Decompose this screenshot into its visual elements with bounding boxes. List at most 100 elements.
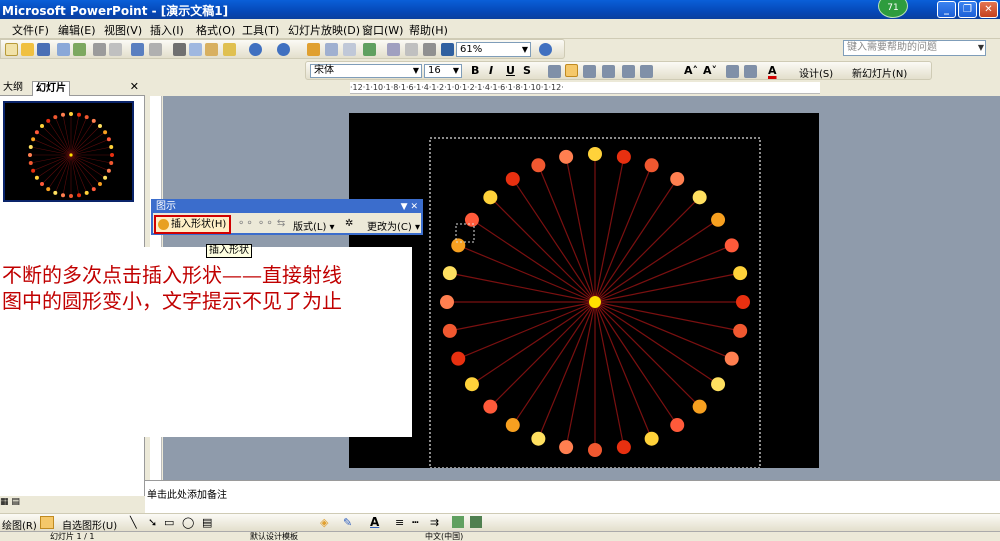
tables-borders-icon[interactable] <box>343 43 356 56</box>
font-color-icon[interactable]: A <box>370 515 379 529</box>
email-icon[interactable] <box>73 43 86 56</box>
permission-icon[interactable] <box>57 43 70 56</box>
shadow-style-icon[interactable] <box>452 516 464 528</box>
outer-circle-shape[interactable] <box>106 137 111 142</box>
distributed-icon[interactable] <box>602 65 615 78</box>
help-search-input[interactable]: 键入需要帮助的问题 ▼ <box>843 40 986 56</box>
decrease-indent-icon[interactable] <box>726 65 739 78</box>
fill-color-icon[interactable]: ◈ <box>320 516 328 529</box>
menu-window[interactable]: 窗口(W) <box>362 22 403 38</box>
outer-circle-shape[interactable] <box>46 118 51 123</box>
outer-circle-shape[interactable] <box>69 194 73 198</box>
menu-slideshow[interactable]: 幻灯片放映(D) <box>288 22 360 38</box>
outer-circle-shape[interactable] <box>616 440 631 455</box>
outer-circle-shape[interactable] <box>670 171 685 186</box>
close-button[interactable]: ✕ <box>979 1 998 18</box>
radial-diagram[interactable] <box>349 113 819 468</box>
copy-icon[interactable] <box>189 43 202 56</box>
outer-circle-shape[interactable] <box>692 190 707 205</box>
outer-circle-shape[interactable] <box>531 431 546 446</box>
help-icon[interactable] <box>539 43 552 56</box>
outer-circle-shape[interactable] <box>616 149 631 164</box>
dropdown-arrow-icon[interactable]: ▼ <box>978 41 984 55</box>
restore-button[interactable]: ❐ <box>958 1 977 18</box>
outer-circle-shape[interactable] <box>724 351 739 366</box>
font-size-select[interactable]: 16 ▼ <box>424 64 462 78</box>
outer-circle-shape[interactable] <box>483 399 498 414</box>
outer-circle-shape[interactable] <box>670 418 685 433</box>
outer-circle-shape[interactable] <box>61 112 66 117</box>
align-center-icon[interactable] <box>565 64 578 77</box>
outer-circle-shape[interactable] <box>84 190 89 195</box>
menu-file[interactable]: 文件(F) <box>12 22 49 38</box>
outer-circle-shape[interactable] <box>91 187 96 192</box>
format-painter-icon[interactable] <box>223 43 236 56</box>
outer-circle-shape[interactable] <box>644 431 659 446</box>
outer-circle-shape[interactable] <box>40 181 45 186</box>
minimize-button[interactable]: _ <box>937 1 956 18</box>
autoformat-icon[interactable]: ✲ <box>345 218 353 229</box>
color-grayscale-icon[interactable] <box>441 43 454 56</box>
outer-circle-shape[interactable] <box>40 124 45 129</box>
decrease-font-button[interactable]: A˅ <box>703 64 717 78</box>
toolbar-close-icon[interactable]: ▼ ✕ <box>401 201 418 213</box>
outer-circle-shape[interactable] <box>106 168 111 173</box>
draw-menu[interactable]: 绘图(R) <box>2 517 37 532</box>
hyperlink-icon[interactable] <box>363 43 376 56</box>
outer-circle-shape[interactable] <box>559 149 574 164</box>
outer-circle-shape[interactable] <box>103 130 108 135</box>
view-buttons[interactable]: ▦ ▤ <box>0 497 20 507</box>
underline-button[interactable]: U <box>506 64 515 78</box>
outer-circle-shape[interactable] <box>451 351 466 366</box>
font-color-button[interactable]: A <box>768 64 777 78</box>
align-right-icon[interactable] <box>583 65 596 78</box>
save-icon[interactable] <box>37 43 50 56</box>
outer-circle-shape[interactable] <box>442 266 457 281</box>
research-icon[interactable] <box>149 43 162 56</box>
tab-slides[interactable]: 幻灯片 <box>32 81 70 96</box>
move-shape-icon[interactable]: ⚬⚬ ⚬⚬ ⇆ <box>237 218 285 229</box>
outer-circle-shape[interactable] <box>28 153 32 157</box>
outer-circle-shape[interactable] <box>505 171 520 186</box>
layout-button[interactable]: 版式(L) ▾ <box>293 218 335 233</box>
show-formatting-icon[interactable] <box>405 43 418 56</box>
undo-icon[interactable] <box>249 43 262 56</box>
chart-icon[interactable] <box>307 43 320 56</box>
outer-circle-shape[interactable] <box>531 158 546 173</box>
outer-circle-shape[interactable] <box>28 160 33 165</box>
insert-shape-button[interactable]: 插入形状(H) <box>154 215 231 234</box>
outer-circle-shape[interactable] <box>97 124 102 129</box>
autoshapes-menu[interactable]: 自选图形(U) <box>62 517 117 532</box>
outer-circle-shape[interactable] <box>692 399 707 414</box>
outer-circle-shape[interactable] <box>464 377 479 392</box>
increase-font-button[interactable]: A˄ <box>684 64 698 78</box>
open-icon[interactable] <box>21 43 34 56</box>
zoom-select[interactable]: 61% ▼ <box>456 42 531 57</box>
menu-help[interactable]: 帮助(H) <box>409 22 448 38</box>
menu-view[interactable]: 视图(V) <box>104 22 142 38</box>
line-color-icon[interactable]: ✎ <box>343 516 352 529</box>
slide-thumbnail[interactable] <box>3 101 134 202</box>
outer-circle-shape[interactable] <box>711 377 726 392</box>
outer-circle-shape[interactable] <box>28 145 33 150</box>
select-objects-icon[interactable] <box>40 516 54 529</box>
outer-circle-shape[interactable] <box>711 212 726 227</box>
outer-circle-shape[interactable] <box>588 147 602 161</box>
new-slide-button[interactable]: 新幻灯片(N) <box>852 65 907 80</box>
outer-circle-shape[interactable] <box>34 130 39 135</box>
slide-canvas[interactable] <box>349 113 819 468</box>
outer-circle-shape[interactable] <box>109 160 114 165</box>
center-circle-shape[interactable] <box>69 153 73 157</box>
new-icon[interactable] <box>5 43 18 56</box>
outer-circle-shape[interactable] <box>736 295 750 309</box>
dash-style-icon[interactable]: ┅ <box>412 516 419 529</box>
design-button[interactable]: 设计(S) <box>799 65 833 80</box>
line-style-icon[interactable]: ≡ <box>395 516 404 529</box>
outer-circle-shape[interactable] <box>110 153 114 157</box>
outer-circle-shape[interactable] <box>644 158 659 173</box>
outer-circle-shape[interactable] <box>34 175 39 180</box>
align-left-icon[interactable] <box>548 65 561 78</box>
outer-circle-shape[interactable] <box>91 118 96 123</box>
arrow-icon[interactable]: ➘ <box>148 516 157 529</box>
numbering-icon[interactable] <box>622 65 635 78</box>
